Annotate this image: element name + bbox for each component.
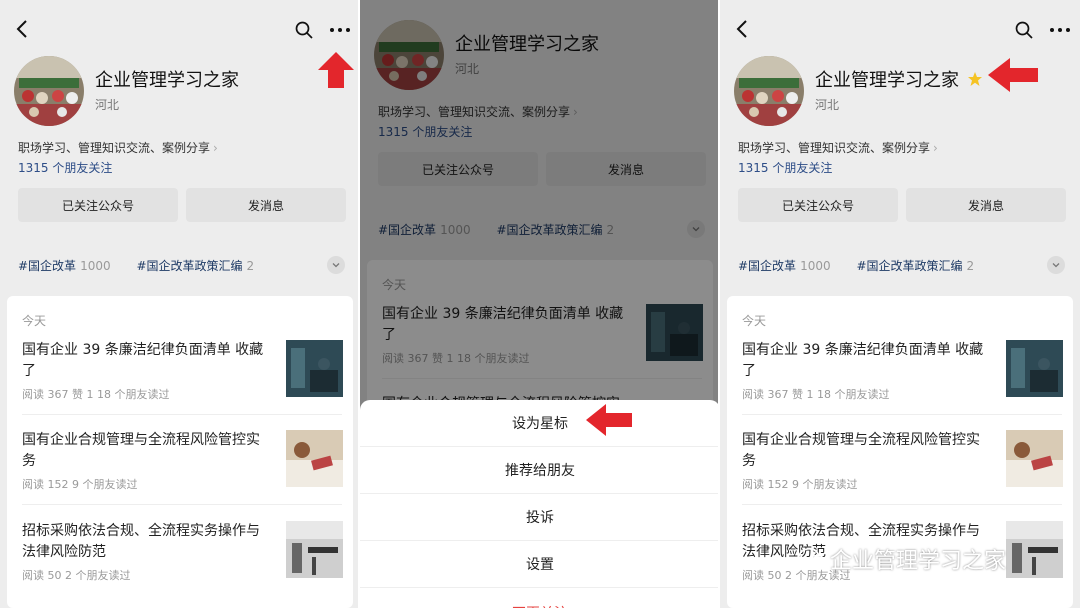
account-description[interactable]: 职场学习、管理知识交流、案例分享 › (738, 139, 938, 156)
profile-panel-3: 企业管理学习之家 河北 职场学习、管理知识交流、案例分享 › 1315 个朋友关注… (720, 0, 1080, 608)
divider (22, 504, 342, 505)
arrow-up-icon (318, 52, 354, 88)
article-title: 招标采购依法合规、全流程实务操作与法律风险防范 (22, 523, 260, 560)
chevron-down-icon (332, 263, 340, 268)
article-thumbnail (286, 430, 343, 487)
set-star-menu-item[interactable]: 设为星标 (360, 400, 720, 447)
account-name-text: 企业管理学习之家 (815, 70, 959, 91)
panel-divider (358, 0, 360, 608)
divider (742, 504, 1062, 505)
more-icon[interactable] (326, 20, 354, 40)
search-icon[interactable] (294, 20, 314, 40)
search-icon[interactable] (1014, 20, 1034, 40)
panel-divider (718, 0, 720, 608)
article-thumbnail (1006, 340, 1063, 397)
article-title: 国有企业合规管理与全流程风险管控实务 (22, 432, 260, 469)
avatar[interactable] (14, 56, 84, 126)
account-description-text: 职场学习、管理知识交流、案例分享 (738, 141, 931, 155)
star-icon (968, 72, 982, 86)
arrow-left-icon (988, 58, 1038, 92)
wechat-icon (798, 548, 826, 570)
send-message-button[interactable]: 发消息 (186, 188, 346, 222)
arrow-left-icon (586, 404, 632, 436)
chevron-down-icon (1052, 263, 1060, 268)
article-meta: 阅读 152 9 个朋友读过 (742, 478, 858, 491)
divider (22, 414, 342, 415)
article-feed: 今天 国有企业 39 条廉洁纪律负面清单 收藏了 阅读 367 赞 1 18 个… (7, 296, 353, 608)
avatar[interactable] (734, 56, 804, 126)
account-region: 河北 (95, 98, 120, 112)
article-thumbnail (286, 521, 343, 578)
top-bar (0, 0, 360, 56)
account-name: 企业管理学习之家 (95, 66, 239, 92)
article-thumbnail (286, 340, 343, 397)
account-description-text: 职场学习、管理知识交流、案例分享 (18, 141, 211, 155)
action-sheet: 设为星标 推荐给朋友 投诉 设置 不再关注 (360, 400, 720, 608)
followed-button[interactable]: 已关注公众号 (18, 188, 178, 222)
tag-row: #国企改革 1000 #国企改革政策汇编 2 (18, 257, 254, 274)
tag-label[interactable]: #国企改革政策汇编 (136, 259, 242, 273)
tag-count: 1000 (800, 259, 831, 273)
tag-count: 2 (246, 259, 255, 273)
friends-following[interactable]: 1315 个朋友关注 (738, 159, 832, 176)
divider (742, 414, 1062, 415)
account-region: 河北 (815, 98, 840, 112)
article-title: 国有企业 39 条廉洁纪律负面清单 收藏了 (22, 342, 264, 379)
account-name: 企业管理学习之家 (815, 66, 983, 92)
chevron-right-icon: › (213, 141, 218, 155)
article-title: 国有企业 39 条廉洁纪律负面清单 收藏了 (742, 342, 984, 379)
account-description[interactable]: 职场学习、管理知识交流、案例分享 › (18, 139, 218, 156)
tag-label[interactable]: #国企改革 (738, 259, 796, 273)
settings-menu-item[interactable]: 设置 (360, 541, 720, 588)
article-thumbnail (1006, 430, 1063, 487)
article-meta: 阅读 152 9 个朋友读过 (22, 478, 138, 491)
followed-button[interactable]: 已关注公众号 (738, 188, 898, 222)
profile-panel-1: 企业管理学习之家 河北 职场学习、管理知识交流、案例分享 › 1315 个朋友关注… (0, 0, 360, 608)
feed-section-label: 今天 (22, 314, 47, 328)
unfollow-menu-item[interactable]: 不再关注 (360, 590, 720, 608)
tag-row: #国企改革 1000 #国企改革政策汇编 2 (738, 257, 974, 274)
article-meta: 阅读 367 赞 1 18 个朋友读过 (22, 388, 170, 401)
article-meta: 阅读 367 赞 1 18 个朋友读过 (742, 388, 890, 401)
more-icon[interactable] (1046, 20, 1074, 40)
article-title: 国有企业合规管理与全流程风险管控实务 (742, 432, 980, 469)
feed-section-label: 今天 (742, 314, 767, 328)
back-icon[interactable] (12, 18, 34, 40)
expand-tags-button[interactable] (327, 256, 345, 274)
report-menu-item[interactable]: 投诉 (360, 494, 720, 541)
tag-label[interactable]: #国企改革政策汇编 (856, 259, 962, 273)
watermark: 企业管理学习之家 (798, 543, 1006, 575)
tag-label[interactable]: #国企改革 (18, 259, 76, 273)
tag-count: 2 (966, 259, 975, 273)
chevron-right-icon: › (933, 141, 938, 155)
account-name-text: 企业管理学习之家 (95, 70, 239, 91)
back-icon[interactable] (732, 18, 754, 40)
article-thumbnail (1006, 521, 1063, 578)
recommend-menu-item[interactable]: 推荐给朋友 (360, 447, 720, 494)
watermark-text: 企业管理学习之家 (830, 549, 1007, 574)
article-meta: 阅读 50 2 个朋友读过 (22, 569, 131, 582)
top-bar (720, 0, 1080, 56)
send-message-button[interactable]: 发消息 (906, 188, 1066, 222)
profile-panel-2: 企业管理学习之家 河北 职场学习、管理知识交流、案例分享 › 1315 个朋友关注… (360, 0, 720, 608)
friends-following[interactable]: 1315 个朋友关注 (18, 159, 112, 176)
expand-tags-button[interactable] (1047, 256, 1065, 274)
tag-count: 1000 (80, 259, 111, 273)
